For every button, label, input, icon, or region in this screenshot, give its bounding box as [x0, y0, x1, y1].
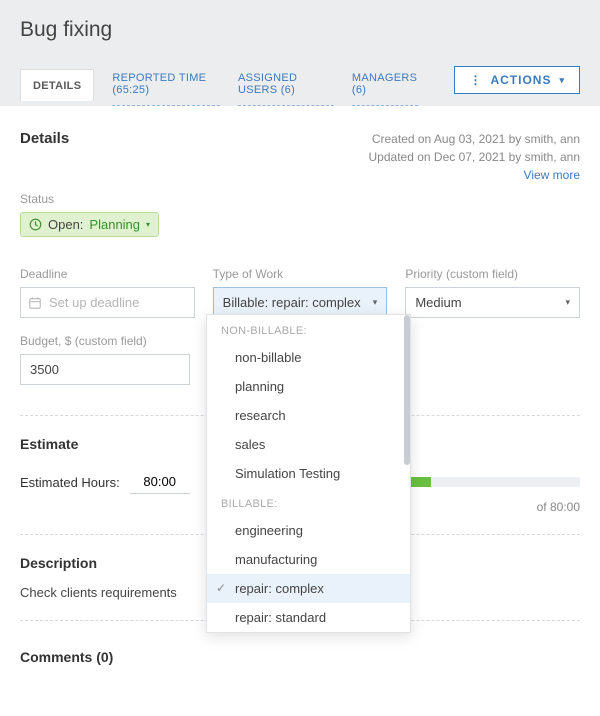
- type-of-work-value: Billable: repair: complex: [223, 295, 361, 310]
- header-area: Bug fixing DETAILS REPORTED TIME (65:25)…: [0, 0, 600, 106]
- dropdown-group-nonbillable: NON-BILLABLE:: [207, 315, 410, 343]
- actions-button-label: ACTIONS: [490, 73, 551, 87]
- deadline-label: Deadline: [20, 267, 195, 281]
- dropdown-item[interactable]: sales: [207, 430, 410, 459]
- dropdown-item[interactable]: planning: [207, 372, 410, 401]
- caret-down-icon: ▾: [559, 75, 565, 86]
- priority-value: Medium: [415, 295, 461, 310]
- estimated-hours-label: Estimated Hours:: [20, 475, 120, 490]
- caret-down-icon: ▾: [146, 220, 150, 229]
- tab-reported-time[interactable]: REPORTED TIME (65:25): [112, 62, 220, 106]
- content-area: Details Created on Aug 03, 2021 by smith…: [0, 106, 600, 689]
- vertical-dots-icon: ⋮: [469, 73, 482, 87]
- page-title: Bug fixing: [20, 18, 580, 42]
- deadline-field: Deadline: [20, 267, 195, 318]
- priority-field: Priority (custom field) Medium ▾: [405, 267, 580, 318]
- status-label: Status: [20, 192, 580, 206]
- type-of-work-dropdown: NON-BILLABLE: non-billable planning rese…: [206, 314, 411, 633]
- dropdown-item[interactable]: non-billable: [207, 343, 410, 372]
- details-meta: Created on Aug 03, 2021 by smith, ann Up…: [369, 130, 580, 184]
- dropdown-item[interactable]: engineering: [207, 516, 410, 545]
- status-value: Planning: [89, 217, 140, 232]
- caret-down-icon: ▾: [373, 297, 378, 308]
- type-of-work-field: Type of Work Billable: repair: complex ▾: [213, 267, 388, 318]
- status-dropdown[interactable]: Open: Planning ▾: [20, 212, 159, 237]
- type-of-work-label: Type of Work: [213, 267, 388, 281]
- tab-assigned-users[interactable]: ASSIGNED USERS (6): [238, 62, 334, 106]
- estimated-hours-input[interactable]: [130, 470, 190, 494]
- status-open-word: Open:: [48, 217, 83, 232]
- tabs-row: DETAILS REPORTED TIME (65:25) ASSIGNED U…: [20, 62, 580, 106]
- dropdown-item[interactable]: repair: standard: [207, 603, 410, 632]
- details-heading: Details: [20, 130, 69, 147]
- priority-select[interactable]: Medium ▾: [405, 287, 580, 318]
- dropdown-item-selected[interactable]: ✓repair: complex: [207, 574, 410, 603]
- check-icon: ✓: [216, 581, 226, 595]
- dropdown-group-billable: BILLABLE:: [207, 488, 410, 516]
- updated-text: Updated on Dec 07, 2021 by smith, ann: [369, 148, 580, 166]
- actions-button[interactable]: ⋮ ACTIONS ▾: [454, 66, 580, 94]
- deadline-input[interactable]: [20, 287, 195, 318]
- dropdown-item[interactable]: Simulation Testing: [207, 459, 410, 488]
- calendar-icon: [28, 296, 42, 310]
- caret-down-icon: ▾: [565, 297, 570, 308]
- created-text: Created on Aug 03, 2021 by smith, ann: [369, 130, 580, 148]
- tab-managers[interactable]: MANAGERS (6): [352, 62, 419, 106]
- dropdown-item[interactable]: manufacturing: [207, 545, 410, 574]
- view-more-link[interactable]: View more: [524, 168, 580, 182]
- budget-input[interactable]: [20, 354, 190, 385]
- tab-details[interactable]: DETAILS: [20, 69, 94, 101]
- clock-icon: [29, 218, 42, 231]
- dropdown-item[interactable]: research: [207, 401, 410, 430]
- comments-heading: Comments (0): [20, 649, 580, 665]
- priority-label: Priority (custom field): [405, 267, 580, 281]
